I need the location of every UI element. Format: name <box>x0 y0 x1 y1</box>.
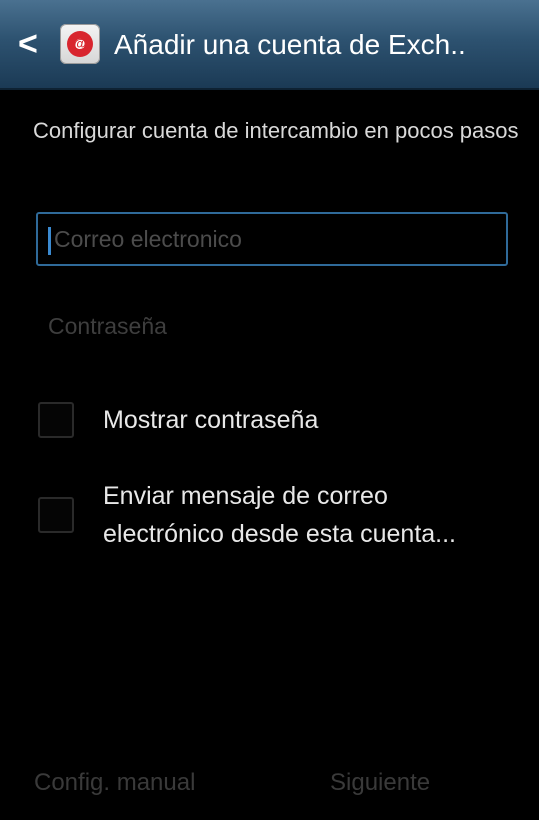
email-placeholder: Correo electronico <box>54 226 242 252</box>
email-app-icon: @ <box>60 24 100 64</box>
at-sign-icon: @ <box>73 36 87 51</box>
action-bar: < @ Añadir una cuenta de Exch.. <box>0 0 539 90</box>
text-cursor <box>48 227 51 255</box>
next-button[interactable]: Siguiente <box>330 760 430 806</box>
send-email-checkbox[interactable] <box>38 497 74 533</box>
show-password-checkbox[interactable] <box>38 402 74 438</box>
email-field[interactable]: Correo electronico <box>36 212 508 266</box>
back-icon[interactable]: < <box>18 26 44 62</box>
intro-text: Configurar cuenta de intercambio en poco… <box>33 118 519 143</box>
manual-setup-button[interactable]: Config. manual <box>34 760 195 806</box>
show-password-label[interactable]: Mostrar contraseña <box>103 403 318 437</box>
send-email-label-line2[interactable]: electrónico desde esta cuenta... <box>103 517 456 551</box>
page-title: Añadir una cuenta de Exch.. <box>114 29 466 60</box>
send-email-label-line1[interactable]: Enviar mensaje de correo <box>103 479 388 513</box>
password-field[interactable]: Contraseña <box>48 306 167 346</box>
